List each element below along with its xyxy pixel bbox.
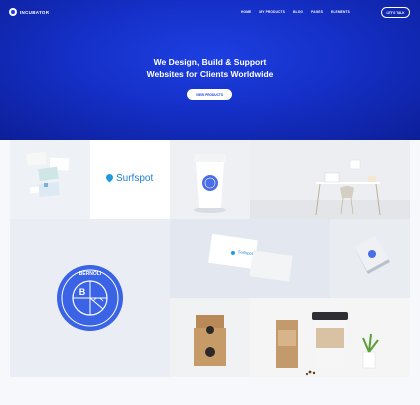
desk-image	[250, 159, 410, 219]
portfolio-item-cups-and-plant[interactable]	[250, 298, 410, 377]
nav-item-home[interactable]: HOME	[241, 10, 251, 14]
badge-letter: B	[79, 287, 86, 297]
nav-item-blog[interactable]: BLOG	[293, 10, 303, 14]
coffee-bag-image	[194, 315, 226, 366]
nav-item-pages[interactable]: PAGES	[311, 10, 323, 14]
portfolio-item-business-cards[interactable]	[10, 140, 90, 219]
map-pin-icon	[106, 174, 113, 183]
brand-name: INCUBATOR	[20, 9, 50, 15]
footer-band	[0, 377, 420, 405]
portfolio-item-coffee-bag[interactable]	[170, 298, 250, 377]
coffee-cup-image	[194, 154, 226, 213]
portfolio-item-round-badge[interactable]: BERNOLI B	[10, 219, 170, 377]
portfolio-item-surfspot-card[interactable]: Surfspot	[170, 219, 330, 298]
hero-headline-line-1: We Design, Build & Support	[153, 57, 267, 67]
business-cards-image	[26, 151, 70, 197]
round-badge-image: BERNOLI B	[57, 265, 123, 331]
cups-and-plant-image	[276, 312, 379, 376]
main-nav: HOME MY PRODUCTS BLOG PAGES ELEMENTS	[241, 10, 350, 14]
badge-top-text: BERNOLI	[79, 271, 102, 277]
portfolio-item-desk[interactable]	[250, 140, 410, 219]
nav-item-elements[interactable]: ELEMENTS	[331, 10, 350, 14]
notebook-image	[354, 236, 390, 274]
portfolio-item-notebook[interactable]	[330, 219, 410, 298]
portfolio-item-coffee-cup[interactable]	[170, 140, 250, 219]
portfolio-grid: Surfspot BERNOLI B Surfspot	[10, 140, 410, 377]
surfspot-label: Surfspot	[116, 173, 154, 184]
portfolio-item-surfspot-logo[interactable]: Surfspot	[90, 140, 170, 219]
hero-section: INCUBATOR HOME MY PRODUCTS BLOG PAGES EL…	[0, 0, 420, 140]
lets-talk-button[interactable]: LET'S TALK	[381, 7, 410, 18]
hero-headline: We Design, Build & Support Websites for …	[0, 56, 420, 80]
brand[interactable]: INCUBATOR	[9, 8, 49, 16]
view-products-button[interactable]: VIEW PRODUCTS	[187, 89, 232, 100]
surfspot-logo: Surfspot	[106, 173, 153, 184]
circle-logo-icon	[9, 8, 17, 16]
surfspot-card-image	[208, 233, 293, 282]
nav-item-my-products[interactable]: MY PRODUCTS	[259, 10, 285, 14]
hero-headline-line-2: Websites for Clients Worldwide	[146, 69, 274, 79]
